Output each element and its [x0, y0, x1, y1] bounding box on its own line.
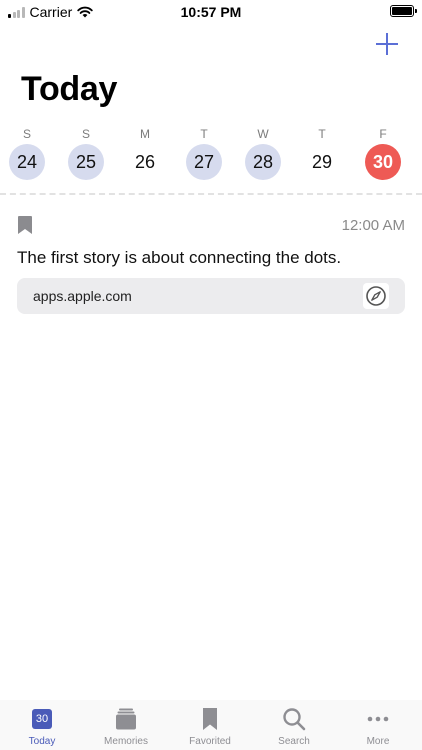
tab-memories[interactable]: Memories	[84, 700, 168, 750]
plus-icon-v	[386, 33, 388, 55]
day-number[interactable]: 26	[127, 144, 163, 180]
tab-label: Favorited	[189, 736, 231, 747]
tab-label: Memories	[104, 736, 148, 747]
day-tuesday-27[interactable]: T 27	[186, 126, 222, 180]
tab-favorited[interactable]: Favorited	[168, 700, 252, 750]
tab-search[interactable]: Search	[252, 700, 336, 750]
day-number[interactable]: 27	[186, 144, 222, 180]
add-entry-button[interactable]	[376, 32, 400, 56]
bookmark-icon	[203, 708, 217, 730]
status-time: 10:57 PM	[180, 4, 242, 20]
day-friday-30[interactable]: F 30	[365, 126, 401, 180]
day-letter: M	[140, 127, 150, 141]
calendar-icon: 30	[32, 709, 52, 729]
battery-icon	[390, 5, 417, 17]
day-sunday-25[interactable]: S 25	[68, 126, 104, 180]
tab-more[interactable]: More	[336, 700, 420, 750]
day-letter: T	[318, 127, 326, 141]
day-number[interactable]: 29	[304, 144, 340, 180]
day-number[interactable]: 24	[9, 144, 45, 180]
link-card[interactable]: apps.apple.com	[17, 278, 405, 314]
day-letter: F	[379, 127, 387, 141]
status-bar: Carrier 10:57 PM	[0, 0, 422, 24]
day-letter: T	[200, 127, 208, 141]
entry-time: 12:00 AM	[341, 217, 405, 234]
page-title: Today	[21, 70, 118, 108]
safari-button[interactable]	[363, 283, 389, 309]
divider	[0, 193, 422, 195]
ellipsis-icon	[367, 716, 389, 722]
day-number[interactable]: 28	[245, 144, 281, 180]
day-number-today[interactable]: 30	[365, 144, 401, 180]
day-letter: S	[22, 127, 31, 141]
stack-icon	[116, 708, 136, 730]
link-url: apps.apple.com	[33, 288, 132, 304]
day-number[interactable]: 25	[68, 144, 104, 180]
tab-bar: 30 Today Memories Favorited Search More	[0, 700, 422, 750]
day-letter: W	[257, 127, 269, 141]
bookmark-icon[interactable]	[18, 216, 32, 234]
tab-label: Search	[278, 736, 310, 747]
search-icon	[283, 708, 306, 731]
day-wednesday-28[interactable]: W 28	[245, 126, 281, 180]
day-sunday-24[interactable]: S 24	[9, 126, 45, 180]
day-monday-26[interactable]: M 26	[127, 126, 163, 180]
compass-icon	[366, 286, 386, 306]
day-letter: S	[81, 127, 90, 141]
tab-today[interactable]: 30 Today	[0, 700, 84, 750]
tab-label: Today	[28, 736, 56, 747]
entry-text[interactable]: The first story is about connecting the …	[17, 248, 341, 268]
day-thursday-29[interactable]: T 29	[304, 126, 340, 180]
tab-label: More	[366, 736, 390, 747]
